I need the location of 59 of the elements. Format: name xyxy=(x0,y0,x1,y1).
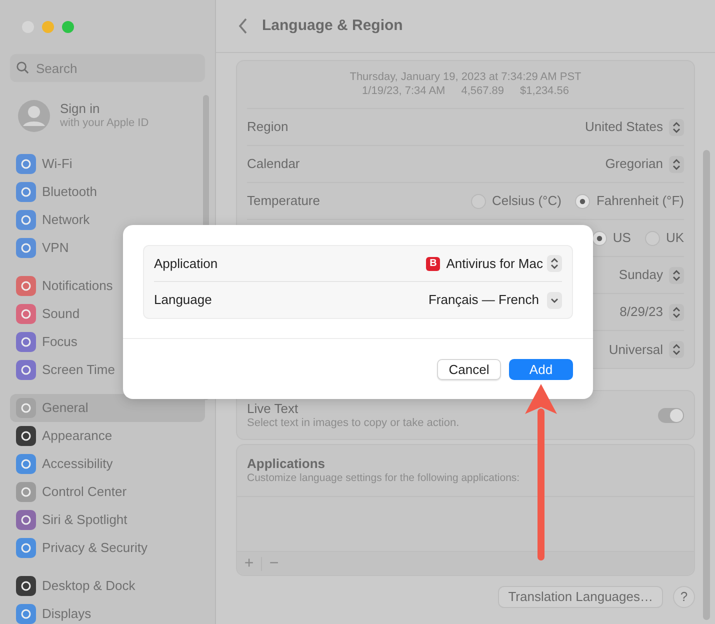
remove-button[interactable]: − xyxy=(262,552,286,576)
radio-button[interactable]: Fahrenheit (°F) xyxy=(575,191,684,211)
translation-languages-button[interactable]: Translation Languages… xyxy=(498,586,663,608)
radio-button[interactable]: Celsius (°C) xyxy=(470,191,562,211)
help-button[interactable]: ? xyxy=(673,586,695,608)
sidebar-item[interactable]: Bluetooth xyxy=(10,178,205,206)
stepper-arrows-icon[interactable] xyxy=(669,304,684,320)
dropdown-button[interactable]: Français — French xyxy=(428,290,562,310)
stepper-arrows-icon[interactable] xyxy=(669,266,684,284)
account-title[interactable]: Sign in xyxy=(60,101,149,116)
stepper-arrows-icon[interactable] xyxy=(669,118,684,136)
sidebar-item[interactable]: Displays xyxy=(10,600,205,624)
setting-label: Temperature xyxy=(247,192,320,210)
section-title: Applications xyxy=(247,456,326,471)
avatar-icon xyxy=(18,100,50,132)
setting-label: Region xyxy=(247,118,288,136)
sidebar-item[interactable]: Wi-Fi xyxy=(10,150,205,178)
format-preview: 4,567.89 xyxy=(461,84,504,98)
add-button[interactable]: + xyxy=(237,552,261,576)
popup-button[interactable]: Gregorian xyxy=(605,154,684,174)
sidebar-item[interactable]: Siri & Spotlight xyxy=(10,506,205,534)
scrollbar[interactable] xyxy=(703,150,710,620)
stepper-arrows-icon[interactable] xyxy=(669,156,684,172)
stepper-arrows-icon[interactable] xyxy=(547,255,562,272)
section-description: Customize language settings for the following applications: xyxy=(247,471,521,486)
sidebar-item[interactable]: Accessibility xyxy=(10,450,205,478)
popup-button[interactable]: Sunday xyxy=(618,265,684,285)
popup-button[interactable]: 8/29/23 xyxy=(620,302,684,322)
add-button[interactable]: Add xyxy=(509,359,573,380)
radio-icon[interactable] xyxy=(575,194,590,208)
sidebar-item[interactable]: Privacy & Security xyxy=(10,534,205,562)
sidebar-item[interactable]: Focus xyxy=(10,328,205,356)
popup-button[interactable]: Universal xyxy=(608,340,684,360)
sidebar-item[interactable]: Network xyxy=(10,206,205,234)
page-title: Language & Region xyxy=(262,16,403,36)
sidebar-item[interactable]: General xyxy=(10,394,205,422)
back-icon[interactable] xyxy=(238,18,248,34)
sidebar-item[interactable]: Desktop & Dock xyxy=(10,572,205,600)
search-icon xyxy=(16,61,29,74)
popup-button[interactable]: B Antivirus for Mac xyxy=(426,254,562,274)
popup-button[interactable]: United States xyxy=(584,117,684,137)
format-preview: 1/19/23, 7:34 AM xyxy=(362,84,446,98)
format-preview: Thursday, January 19, 2023 at 7:34:29 AM PST xyxy=(350,70,582,84)
app-icon: B xyxy=(426,256,440,270)
setting-label: Live Text xyxy=(247,402,300,416)
search-field[interactable]: Search xyxy=(10,54,205,82)
stepper-arrows-icon[interactable] xyxy=(669,341,684,358)
dropdown-arrow-icon[interactable] xyxy=(547,292,562,308)
cancel-button[interactable]: Cancel xyxy=(437,359,501,380)
field-label: Language xyxy=(154,291,212,310)
sidebar-item[interactable]: Appearance xyxy=(10,422,205,450)
toggle-switch[interactable] xyxy=(658,408,684,422)
setting-label: Calendar xyxy=(247,155,300,174)
sidebar-item[interactable]: Screen Time xyxy=(10,356,205,384)
format-preview: $1,234.56 xyxy=(520,84,569,98)
field-label: Application xyxy=(154,254,218,273)
sidebar-item[interactable]: Control Center xyxy=(10,478,205,506)
radio-button[interactable]: UK xyxy=(644,228,684,248)
setting-description: Select text in images to copy or take action. xyxy=(247,416,460,430)
